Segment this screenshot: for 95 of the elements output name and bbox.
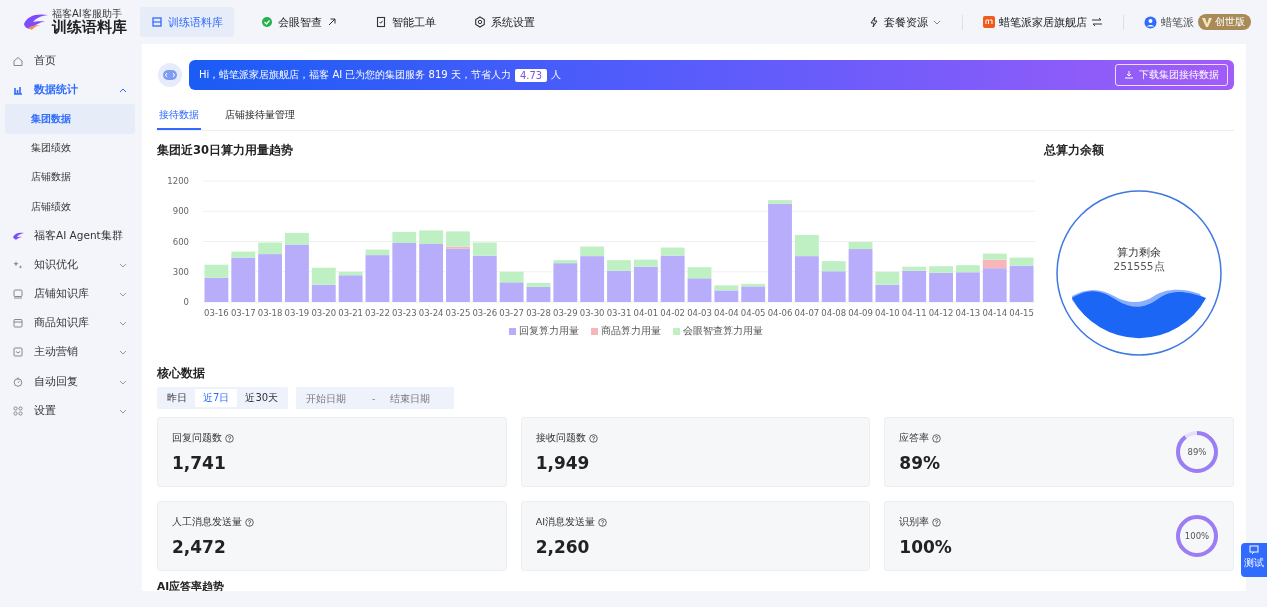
range-option[interactable]: 近7日 [195,389,238,407]
nav-tab[interactable]: 系统设置 [463,7,546,37]
stat-value: 1,741 [172,452,227,473]
edition-badge: 创世版 [1198,14,1251,30]
x-tick-label: 04-13 [955,308,981,318]
stat-value: 89% [899,452,942,473]
x-tick-label: 04-09 [848,308,873,318]
sidebar-item[interactable]: 福客AI Agent集群 [0,221,140,251]
x-tick-label: 03-21 [338,308,363,318]
x-tick-label: 04-08 [821,308,847,318]
section-title: 核心数据 [157,366,206,381]
stat-value: 1,949 [535,452,591,473]
stat-label: 接收问题数 [535,431,586,445]
nav-tab[interactable]: 智能工单 [364,7,447,37]
app-subtitle: 福客AI客服助手 [52,8,122,19]
x-tick-label: 04-03 [687,308,712,318]
sidebar-subitem[interactable]: 店铺绩效 [5,191,135,222]
y-tick-label: 900 [172,206,189,217]
store-switcher[interactable]: 蜡笔派家居旗舰店 [983,14,1103,30]
x-tick-label: 04-15 [1009,308,1034,318]
sidebar-subitem[interactable]: 店铺数据 [5,162,135,192]
x-tick-label: 04-07 [794,308,820,318]
sidebar-subitem[interactable]: 集团数据 [5,104,135,134]
saved-staff-badge: 4.73 [514,68,548,82]
y-tick-label: 0 [183,297,189,307]
balance-title: 总算力余额 [1044,143,1105,158]
sidebar-item[interactable]: 数据统计 [0,75,140,105]
range-option[interactable]: 昨日 [159,389,195,407]
unit-label: 人 [551,68,562,82]
legend-item: 会眼智查算力用量 [672,324,763,338]
x-tick-label: 03-20 [311,308,337,318]
end-date-input[interactable]: 结束日期 [389,392,442,404]
start-date-input[interactable]: 开始日期 [306,392,359,404]
test-button[interactable]: 测试 [1241,543,1267,577]
user-name[interactable]: 蜡笔派 [1161,14,1194,30]
nav-tab[interactable]: 会眼智查 [250,7,348,37]
stat-value: 2,260 [535,536,591,557]
plan-dropdown[interactable]: 套餐资源 [868,14,942,30]
x-tick-label: 03-22 [365,308,390,318]
app-title: 训练语料库 [52,19,127,36]
x-tick-label: 04-14 [982,308,1008,318]
content-tab[interactable]: 接待数据 [157,104,201,130]
x-tick-label: 03-26 [472,308,498,318]
sidebar-item[interactable]: 店铺知识库 [0,279,140,309]
nav-tab[interactable]: 训练语料库 [140,7,234,37]
stat-label: 应答率 [899,431,930,445]
x-tick-label: 04-01 [633,308,659,318]
y-tick-label: 600 [172,236,189,247]
x-tick-label: 03-25 [445,308,471,318]
stat-value: 2,472 [172,536,227,557]
x-tick-label: 03-23 [391,308,417,318]
download-button[interactable]: 下载集团接待数据 [1115,64,1228,86]
y-tick-label: 1200 [167,176,189,186]
stat-value: 100% [899,536,952,557]
content-tab[interactable]: 店铺接待量管理 [223,104,297,130]
sidebar-subitem[interactable]: 集团绩效 [5,133,135,163]
x-tick-label: 03-27 [499,308,524,318]
stat-label: AI消息发送量 [535,515,595,529]
ring-label: 100% [1184,531,1210,541]
sidebar-item[interactable]: 商品知识库 [0,308,140,338]
welcome-text: Hi，蜡笔派家居旗舰店，福客 AI 已为您的集团服务 819 天，节省人力 [199,68,511,82]
x-tick-label: 03-28 [526,308,551,318]
x-tick-label: 04-12 [928,308,954,318]
section-title: AI应答率趋势 [157,579,226,591]
legend-item: 回复算力用量 [508,324,579,338]
y-tick-label: 300 [172,266,189,277]
x-tick-label: 03-29 [552,308,578,318]
x-tick-label: 04-02 [660,308,686,318]
range-option[interactable]: 近30天 [237,389,287,407]
date-separator: - [372,392,376,404]
chart-title: 集团近30日算力用量趋势 [157,143,294,158]
stat-label: 人工消息发送量 [172,515,242,529]
x-tick-label: 03-17 [230,308,256,318]
x-tick-label: 03-16 [204,308,229,318]
balance-value: 251555点 [1112,260,1166,274]
sidebar-item[interactable]: 知识优化 [0,250,140,280]
x-tick-label: 03-24 [418,308,444,318]
legend-item: 商品算力用量 [590,324,661,338]
stat-label: 识别率 [899,515,930,529]
x-tick-label: 04-04 [714,308,739,318]
x-tick-label: 03-18 [257,308,283,318]
x-tick-label: 03-19 [284,308,310,318]
sidebar-item[interactable]: 自动回复 [0,367,140,397]
x-tick-label: 04-05 [740,308,766,318]
x-tick-label: 03-30 [579,308,605,318]
x-tick-label: 04-06 [767,308,793,318]
balance-label: 算力剩余 [1116,246,1162,260]
sidebar-item[interactable]: 首页 [0,46,140,76]
x-tick-label: 04-11 [901,308,927,318]
stat-label: 回复问题数 [172,431,222,445]
x-tick-label: 03-31 [606,308,632,318]
sidebar-item[interactable]: 设置 [0,396,140,426]
ring-label: 89% [1187,447,1207,457]
sidebar-item[interactable]: 主动营销 [0,337,140,368]
x-tick-label: 04-10 [875,308,900,318]
